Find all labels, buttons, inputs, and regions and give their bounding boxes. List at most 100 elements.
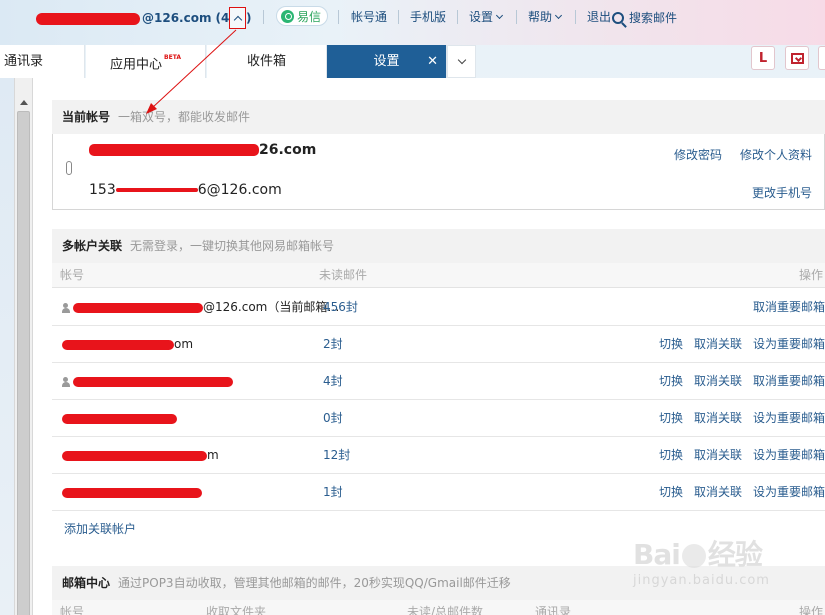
unread-count-link[interactable]: 1封 <box>323 474 343 511</box>
unread-count-link[interactable]: 456封 <box>323 289 358 326</box>
col-contacts: 通讯录 <box>535 605 572 615</box>
col-folder: 收取文件夹 <box>206 605 267 615</box>
redacted-email <box>73 376 233 387</box>
help-menu[interactable]: 帮助 <box>528 9 563 25</box>
mark-important-link[interactable]: 设为重要邮箱 <box>753 337 825 351</box>
col-counts: 未读/总邮件数 <box>407 605 484 615</box>
help-menu-label: 帮助 <box>528 10 553 24</box>
unread-count-link[interactable]: 12封 <box>323 437 350 474</box>
switch-link[interactable]: 切换 <box>659 337 683 351</box>
unlink-link[interactable]: 取消关联 <box>694 374 742 388</box>
tab-label: 通讯录 <box>4 54 44 69</box>
redacted-phone <box>115 188 198 192</box>
watermark-url: jingyan.baidu.com <box>633 573 770 588</box>
table-row: 0封 切换 取消关联 设为重要邮箱 <box>52 400 825 437</box>
divider <box>516 10 517 24</box>
row-actions: 切换 取消关联 设为重要邮箱 <box>648 326 825 363</box>
table-row: 4封 切换 取消关联 取消重要邮箱 <box>52 363 825 400</box>
redacted-address <box>89 144 259 156</box>
unlink-link[interactable]: 取消关联 <box>694 485 742 499</box>
logout-link[interactable]: 退出 <box>587 9 611 25</box>
yixin-label: 易信 <box>297 9 322 24</box>
unmark-important-link[interactable]: 取消重要邮箱 <box>753 374 825 388</box>
account-expand-button[interactable] <box>229 7 246 29</box>
section-title: 多帐户关联 <box>62 239 123 253</box>
unlink-link[interactable]: 取消关联 <box>694 337 742 351</box>
tab-label: 收件箱 <box>246 54 286 69</box>
unmark-important-link[interactable]: 取消重要邮箱 <box>753 300 825 314</box>
add-linked-account-link[interactable]: 添加关联帐户 <box>64 520 136 537</box>
col-account: 帐号 <box>60 605 85 615</box>
scroll-up-arrow-icon[interactable] <box>20 100 28 105</box>
mark-important-link[interactable]: 设为重要邮箱 <box>753 411 825 425</box>
unlink-link[interactable]: 取消关联 <box>694 411 742 425</box>
mark-important-link[interactable]: 设为重要邮箱 <box>753 485 825 499</box>
section-subtitle: 无需登录，一键切换其他网易邮箱帐号 <box>130 239 335 253</box>
email-suffix: @126.com（当前邮箱… <box>203 300 340 314</box>
book-icon <box>790 52 804 64</box>
change-password-link[interactable]: 修改密码 <box>674 146 722 163</box>
switch-link[interactable]: 切换 <box>659 448 683 462</box>
baidu-watermark: Bai 经验 jingyan.baidu.com <box>633 533 813 603</box>
watermark-brand-right: 经验 <box>707 538 763 571</box>
row-actions: 切换 取消关联 取消重要邮箱 <box>648 363 825 400</box>
edit-profile-link[interactable]: 修改个人资料 <box>740 146 812 163</box>
switch-link[interactable]: 切换 <box>659 485 683 499</box>
search-mail-button[interactable]: 搜索邮件 <box>612 9 677 26</box>
multi-account-column-header: 帐号 未读邮件 操作 <box>52 263 825 288</box>
yixin-button[interactable]: 易信 <box>276 6 328 26</box>
col-account: 帐号 <box>60 268 85 282</box>
tab-settings[interactable]: 设置 ✕ <box>327 45 447 78</box>
col-unread: 未读邮件 <box>319 268 368 282</box>
tab-label: 设置 <box>373 54 400 69</box>
divider <box>263 10 264 24</box>
account-pass-link[interactable]: 帐号通 <box>351 9 387 25</box>
chevron-up-icon <box>233 15 242 24</box>
tab-app-center[interactable]: 应用中心 BETA <box>86 45 206 78</box>
redacted-email <box>62 339 174 350</box>
row-actions: 切换 取消关联 设为重要邮箱 <box>648 437 825 474</box>
unlink-link[interactable]: 取消关联 <box>694 448 742 462</box>
vertical-scrollbar[interactable] <box>14 78 33 615</box>
current-account-box: 26.com 153 6@126.com 修改密码 修改个人资料 更改手机号 <box>52 134 825 210</box>
row-actions: 切换 取消关联 设为重要邮箱 <box>648 474 825 511</box>
divider <box>457 10 458 24</box>
current-account-header: 当前帐号 一箱双号，都能收发邮件 <box>52 100 825 134</box>
row-actions: 取消重要邮箱 <box>742 289 825 326</box>
divider <box>338 10 339 24</box>
email-suffix: m <box>207 448 219 462</box>
unread-count-link[interactable]: 0封 <box>323 400 343 437</box>
scrollbar-thumb[interactable] <box>17 111 30 615</box>
redacted-email <box>62 450 207 461</box>
account-switcher[interactable]: @126.com(475) <box>36 9 252 27</box>
mark-important-link[interactable]: 设为重要邮箱 <box>753 448 825 462</box>
unread-count-link[interactable]: 4封 <box>323 363 343 400</box>
settings-menu[interactable]: 设置 <box>469 9 504 25</box>
person-icon <box>62 302 70 313</box>
section-title: 邮箱中心 <box>62 576 111 590</box>
phone-prefix: 153 <box>89 182 116 198</box>
more-tabs-button[interactable] <box>447 45 476 78</box>
more-apps-button[interactable] <box>818 46 825 70</box>
tab-label: 应用中心 <box>110 57 163 73</box>
close-tab-icon[interactable]: ✕ <box>427 45 438 78</box>
top-bar: @126.com(475) 易信 帐号通 手机版 设置 帮助 退出 搜索邮件 <box>0 0 825 45</box>
mobile-link[interactable]: 手机版 <box>410 9 446 25</box>
linked-account <box>62 400 177 437</box>
paw-icon <box>681 544 706 568</box>
main-address: 26.com <box>89 142 316 158</box>
search-icon <box>612 11 624 24</box>
tab-contacts[interactable]: 通讯录 <box>0 45 85 78</box>
main-address-suffix: 26.com <box>259 142 317 158</box>
change-phone-link[interactable]: 更改手机号 <box>752 184 812 201</box>
chevron-down-icon <box>457 55 466 65</box>
unread-count-link[interactable]: 2封 <box>323 326 343 363</box>
switch-link[interactable]: 切换 <box>659 374 683 388</box>
tab-inbox[interactable]: 收件箱 <box>207 45 327 78</box>
letter-l-button[interactable]: L <box>751 46 775 70</box>
search-label: 搜索邮件 <box>629 11 678 25</box>
switch-link[interactable]: 切换 <box>659 411 683 425</box>
book-button[interactable] <box>785 46 809 70</box>
row-actions: 切换 取消关联 设为重要邮箱 <box>648 400 825 437</box>
multi-account-header: 多帐户关联 无需登录，一键切换其他网易邮箱帐号 <box>52 229 825 263</box>
